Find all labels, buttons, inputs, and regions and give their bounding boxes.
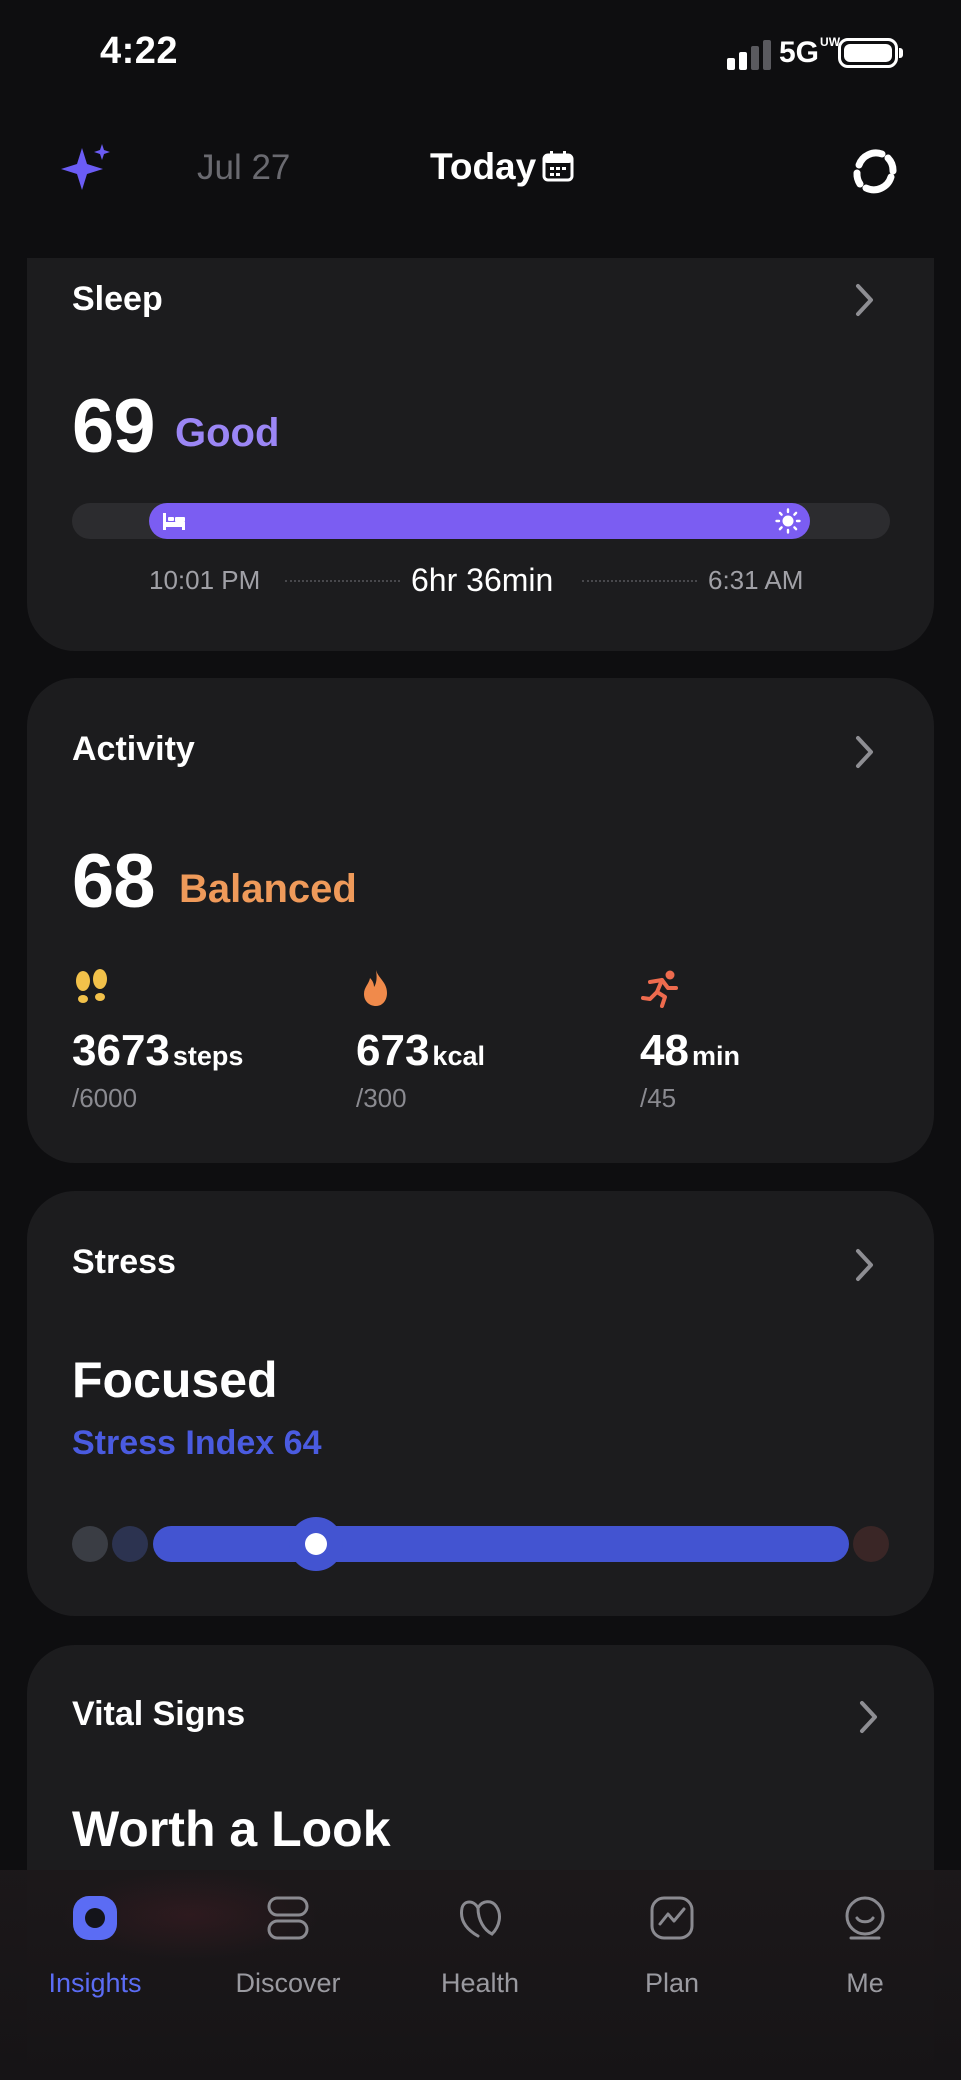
activity-title: Activity	[72, 730, 195, 768]
sparkle-icon[interactable]	[58, 140, 114, 196]
today-tab[interactable]: Today	[430, 146, 536, 188]
stress-scale-bar	[153, 1526, 849, 1562]
dotted-separator	[582, 580, 697, 582]
tab-label: Discover	[235, 1968, 341, 1998]
steps-goal: /6000	[72, 1083, 138, 1113]
battery-tip	[899, 48, 903, 58]
dotted-separator	[285, 580, 400, 582]
exercise-metric: 48 min /45	[640, 968, 900, 1118]
tab-me[interactable]: Me	[775, 1888, 955, 2008]
discover-icon	[267, 1896, 309, 1940]
tab-plan[interactable]: Plan	[582, 1888, 762, 2008]
date-header: Jul 27 Today	[0, 120, 961, 220]
steps-value: 3673 steps	[72, 1026, 244, 1075]
sleep-end-time: 6:31 AM	[708, 565, 804, 595]
stress-scale-high-dot	[853, 1526, 889, 1562]
stress-scale-calm-dot	[112, 1526, 148, 1562]
sync-icon[interactable]	[848, 144, 902, 198]
exercise-goal: /45	[640, 1083, 677, 1113]
chevron-right-icon[interactable]	[854, 282, 876, 318]
sleep-duration: 6hr 36min	[411, 562, 554, 598]
runner-icon	[641, 970, 678, 1008]
steps-metric: 3673 steps /6000	[72, 968, 332, 1118]
sleep-rating: Good	[175, 411, 280, 455]
stress-title: Stress	[72, 1243, 176, 1281]
stress-indicator-knob	[289, 1517, 343, 1571]
tab-label: Insights	[48, 1968, 142, 1998]
activity-score: 68	[72, 839, 156, 924]
insights-screen: 4:22 5GUW Jul 27 Today Sleep 69 Good 10:…	[0, 0, 961, 2080]
tab-health[interactable]: Health	[390, 1888, 570, 2008]
calories-goal: /300	[356, 1083, 407, 1113]
status-time: 4:22	[100, 30, 179, 72]
activity-rating: Balanced	[179, 867, 357, 911]
cellular-signal-icon	[727, 40, 773, 70]
plan-icon	[650, 1896, 694, 1940]
me-icon	[845, 1896, 885, 1940]
vital-signs-title: Vital Signs	[72, 1695, 246, 1733]
network-suffix: UW	[820, 35, 841, 49]
insights-icon	[73, 1896, 117, 1940]
health-icon	[460, 1900, 501, 1938]
stress-index: Stress Index 64	[72, 1424, 322, 1462]
exercise-value: 48 min	[640, 1026, 740, 1075]
sleep-score: 69	[72, 384, 156, 469]
calories-value: 673 kcal	[356, 1026, 485, 1075]
network-type: 5GUW	[779, 35, 841, 69]
tab-discover[interactable]: Discover	[198, 1888, 378, 2008]
stress-scale-relaxed-dot	[72, 1526, 108, 1562]
battery-icon	[838, 38, 898, 68]
previous-date-tab[interactable]: Jul 27	[197, 148, 290, 188]
stress-state: Focused	[72, 1352, 278, 1408]
chevron-right-icon[interactable]	[858, 1699, 880, 1735]
sleep-card[interactable]: Sleep 69 Good 10:01 PM 6hr 36min 6:31 AM	[27, 258, 934, 651]
calories-metric: 673 kcal /300	[356, 968, 616, 1118]
status-bar: 4:22 5GUW	[0, 0, 961, 110]
footsteps-icon	[76, 969, 107, 1003]
tab-label: Plan	[644, 1968, 700, 1998]
sun-icon	[775, 508, 801, 534]
tab-label: Me	[846, 1968, 884, 1998]
sleep-start-time: 10:01 PM	[149, 565, 261, 595]
chevron-right-icon[interactable]	[854, 734, 876, 770]
bed-icon	[163, 513, 185, 530]
tab-label: Health	[440, 1968, 520, 1998]
sleep-title: Sleep	[72, 280, 163, 318]
vital-signs-headline: Worth a Look	[72, 1801, 391, 1857]
chevron-right-icon[interactable]	[854, 1247, 876, 1283]
activity-card[interactable]: Activity 68 Balanced 3673 steps /6000 673…	[27, 678, 934, 1163]
flame-icon	[364, 970, 387, 1006]
stress-card[interactable]: Stress Focused Stress Index 64	[27, 1191, 934, 1616]
tab-bar: Insights Discover Health Plan Me	[0, 1870, 961, 2080]
sleep-timeline-bar	[149, 503, 810, 539]
tab-insights[interactable]: Insights	[5, 1888, 185, 2008]
calendar-icon[interactable]	[542, 150, 574, 182]
